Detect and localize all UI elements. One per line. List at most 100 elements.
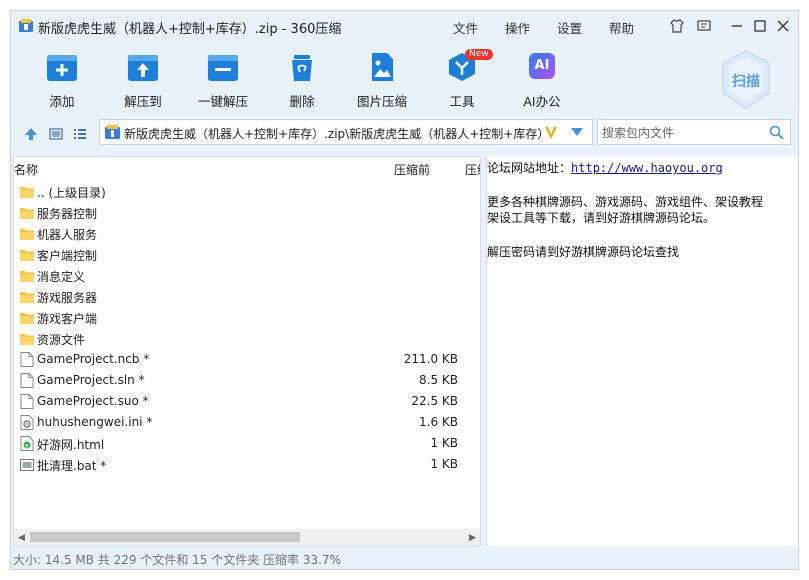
- app-window: 新版虎虎生威（机器人+控制+库存）.zip - 360压缩 文件 操作 设置 帮…: [10, 10, 799, 570]
- title-bar: 新版虎虎生威（机器人+控制+库存）.zip - 360压缩 文件 操作 设置 帮…: [11, 11, 798, 41]
- zip-archive-icon: [105, 125, 120, 139]
- view-thumbnail-icon[interactable]: [49, 127, 63, 141]
- toolbar: 添加 解压到 一键解压 删除 图片压缩 工具 New AI AI办公: [11, 41, 798, 121]
- search-box[interactable]: [597, 119, 791, 145]
- folder-row[interactable]: 游戏客户端: [14, 307, 480, 328]
- minimize-icon[interactable]: [729, 18, 745, 34]
- image-compress-label: 图片压缩: [356, 94, 407, 109]
- delete-button[interactable]: 删除: [267, 51, 337, 110]
- folder-row[interactable]: 游戏服务器: [14, 286, 480, 307]
- scroll-left-icon[interactable]: ◀: [18, 533, 25, 543]
- folder-icon: [20, 184, 34, 199]
- file-size: 1.6 KB: [419, 415, 458, 429]
- file-icon: [20, 373, 34, 388]
- file-name: 批清理.bat *: [37, 459, 107, 473]
- comment-line-3: 架设工具等下载，请到好游棋牌源码论坛。: [487, 211, 716, 225]
- feedback-icon[interactable]: [696, 18, 712, 34]
- folder-icon: [20, 247, 34, 262]
- one-click-extract-label: 一键解压: [197, 94, 248, 109]
- path-field[interactable]: 新版虎虎生威（机器人+控制+库存）.zip\新版虎虎生威（机器人+控制+库存）: [99, 119, 593, 145]
- folder-icon: [20, 205, 34, 220]
- column-size-after[interactable]: 压缩: [465, 161, 480, 178]
- folder-row[interactable]: 客户端控制: [14, 244, 480, 265]
- settings-file-icon: [20, 415, 34, 430]
- file-name: huhushengwei.ini *: [37, 415, 153, 429]
- file-name: .. (上级目录): [37, 186, 106, 200]
- image-compress-button[interactable]: 图片压缩: [347, 51, 417, 110]
- comment-site-line: 论坛网站地址：http://www.haoyou.org: [487, 159, 723, 176]
- view-list-icon[interactable]: [73, 127, 87, 141]
- file-name: 消息定义: [37, 270, 86, 284]
- ai-office-label: AI办公: [523, 94, 561, 109]
- file-name: GameProject.ncb *: [37, 352, 150, 366]
- file-icon: [20, 352, 34, 367]
- file-name: GameProject.sln *: [37, 373, 145, 387]
- vip-v-icon[interactable]: [544, 126, 558, 140]
- file-list: 名称 压缩前 压缩 .. (上级目录) 服务器控制机器人服务客户端控制消息定义游戏…: [13, 156, 481, 546]
- address-bar: 新版虎虎生威（机器人+控制+库存）.zip\新版虎虎生威（机器人+控制+库存）: [11, 119, 798, 149]
- menu-operate[interactable]: 操作: [505, 18, 530, 37]
- tools-label: 工具: [449, 94, 475, 109]
- batch-file-icon: [20, 457, 34, 472]
- one-click-extract-button[interactable]: 一键解压: [188, 51, 258, 110]
- skin-shirt-icon[interactable]: [669, 18, 685, 34]
- scan-button[interactable]: 扫描: [719, 49, 773, 111]
- file-row[interactable]: GameProject.sln * 8.5 KB: [14, 370, 480, 391]
- file-size: 22.5 KB: [411, 394, 458, 408]
- folder-row[interactable]: 资源文件: [14, 328, 480, 349]
- scroll-right-icon[interactable]: ▶: [469, 533, 476, 543]
- menu-help[interactable]: 帮助: [609, 18, 634, 37]
- up-arrow-icon[interactable]: [24, 127, 38, 141]
- folder-row[interactable]: 机器人服务: [14, 223, 480, 244]
- column-size-before[interactable]: 压缩前: [394, 161, 430, 178]
- svg-text:e: e: [25, 443, 29, 450]
- file-row[interactable]: GameProject.ncb * 211.0 KB: [14, 349, 480, 370]
- menu-settings[interactable]: 设置: [557, 18, 582, 37]
- folder-icon: [20, 289, 34, 304]
- file-name: 客户端控制: [37, 249, 98, 263]
- file-size: 1 KB: [430, 436, 458, 450]
- column-name[interactable]: 名称: [14, 161, 38, 178]
- new-badge: New: [465, 49, 493, 60]
- extract-to-button[interactable]: 解压到: [108, 51, 178, 110]
- dropdown-icon[interactable]: [571, 128, 583, 137]
- file-row[interactable]: 批清理.bat * 1 KB: [14, 454, 480, 475]
- file-size: 211.0 KB: [403, 352, 458, 366]
- ai-office-icon: AI: [525, 51, 559, 83]
- site-link[interactable]: http://www.haoyou.org: [571, 161, 723, 175]
- comment-line-4: 解压密码请到好游棋牌源码论坛查找: [487, 245, 680, 259]
- file-name: 游戏客户端: [37, 312, 98, 326]
- folder-row[interactable]: .. (上级目录): [14, 181, 480, 202]
- extract-to-icon: [128, 55, 158, 81]
- comment-line-2: 更多各种棋牌源码、游戏源码、游戏组件、架设教程: [487, 195, 764, 209]
- folder-icon: [20, 310, 34, 325]
- one-click-extract-icon: [208, 55, 238, 81]
- scroll-thumb[interactable]: [30, 532, 300, 542]
- menu-file[interactable]: 文件: [453, 18, 478, 37]
- file-name: GameProject.suo *: [37, 394, 149, 408]
- horizontal-scrollbar[interactable]: ◀ ▶: [14, 529, 480, 545]
- file-row[interactable]: huhushengwei.ini * 1.6 KB: [14, 412, 480, 433]
- file-icon: [20, 394, 34, 409]
- search-input[interactable]: [600, 123, 764, 143]
- status-bar: 大小: 14.5 MB 共 229 个文件和 15 个文件夹 压缩率 33.7%: [11, 548, 798, 569]
- file-name: 好游网.html: [37, 438, 105, 452]
- image-compress-icon: [372, 53, 393, 81]
- file-row[interactable]: GameProject.suo * 22.5 KB: [14, 391, 480, 412]
- file-row[interactable]: e 好游网.html 1 KB: [14, 433, 480, 454]
- extract-to-label: 解压到: [124, 94, 162, 109]
- add-icon: [47, 55, 77, 81]
- add-button[interactable]: 添加: [27, 51, 97, 110]
- search-icon[interactable]: [769, 125, 784, 140]
- folder-icon: [20, 331, 34, 346]
- close-icon[interactable]: [775, 18, 791, 34]
- ai-office-button[interactable]: AI AI办公: [507, 51, 577, 110]
- file-size: 1 KB: [430, 457, 458, 471]
- delete-label: 删除: [289, 94, 315, 109]
- folder-row[interactable]: 服务器控制: [14, 202, 480, 223]
- status-text: 大小: 14.5 MB 共 229 个文件和 15 个文件夹 压缩率 33.7%: [13, 553, 341, 567]
- maximize-icon[interactable]: [752, 18, 768, 34]
- folder-icon: [20, 226, 34, 241]
- tools-button[interactable]: 工具 New: [427, 49, 497, 110]
- folder-row[interactable]: 消息定义: [14, 265, 480, 286]
